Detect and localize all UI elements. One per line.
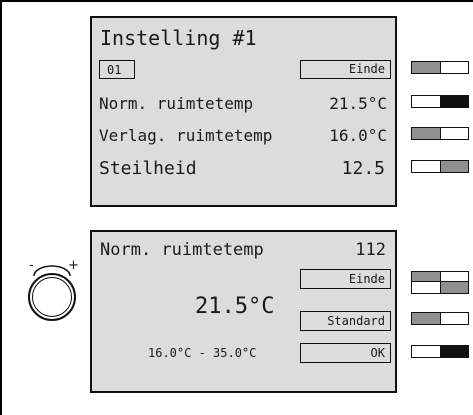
- ok-button[interactable]: OK: [300, 343, 391, 363]
- row-value-slope: 12.5: [341, 158, 385, 179]
- current-value: 21.5°C: [195, 294, 275, 319]
- knob-minus-label: -: [29, 258, 34, 273]
- screen-title: Instelling #1: [100, 26, 257, 50]
- parameter-title: Norm. ruimtetemp: [100, 240, 264, 260]
- standard-button[interactable]: Standard: [300, 311, 391, 331]
- softkey-4[interactable]: [411, 160, 469, 173]
- row-value-norm-room-temp: 21.5°C: [329, 94, 387, 113]
- index-badge: 01: [99, 60, 135, 79]
- softkey-8[interactable]: [411, 345, 469, 358]
- row-value-reduced-room-temp: 16.0°C: [329, 126, 387, 145]
- softkey-6[interactable]: [411, 281, 469, 294]
- end-button[interactable]: Einde: [300, 60, 391, 79]
- settings-screen: Instelling #1 01 Einde Norm. ruimtetemp …: [90, 16, 397, 207]
- row-label-reduced-room-temp[interactable]: Verlag. ruimtetemp: [99, 126, 272, 145]
- rotary-knob-inner: [32, 277, 72, 317]
- knob-plus-label: +: [68, 258, 79, 273]
- end-button[interactable]: Einde: [300, 269, 391, 289]
- row-label-norm-room-temp[interactable]: Norm. ruimtetemp: [99, 94, 253, 113]
- parameter-code: 112: [355, 240, 386, 260]
- device-frame-left: [0, 0, 2, 415]
- parameter-screen: Norm. ruimtetemp 112 Einde 21.5°C Standa…: [90, 230, 397, 393]
- device-frame-top: [0, 0, 473, 2]
- softkey-7[interactable]: [411, 312, 469, 325]
- softkey-1[interactable]: [411, 61, 469, 74]
- row-label-slope[interactable]: Steilheid: [99, 158, 197, 179]
- softkey-2[interactable]: [411, 95, 469, 108]
- softkey-3[interactable]: [411, 127, 469, 140]
- value-range: 16.0°C - 35.0°C: [148, 346, 257, 360]
